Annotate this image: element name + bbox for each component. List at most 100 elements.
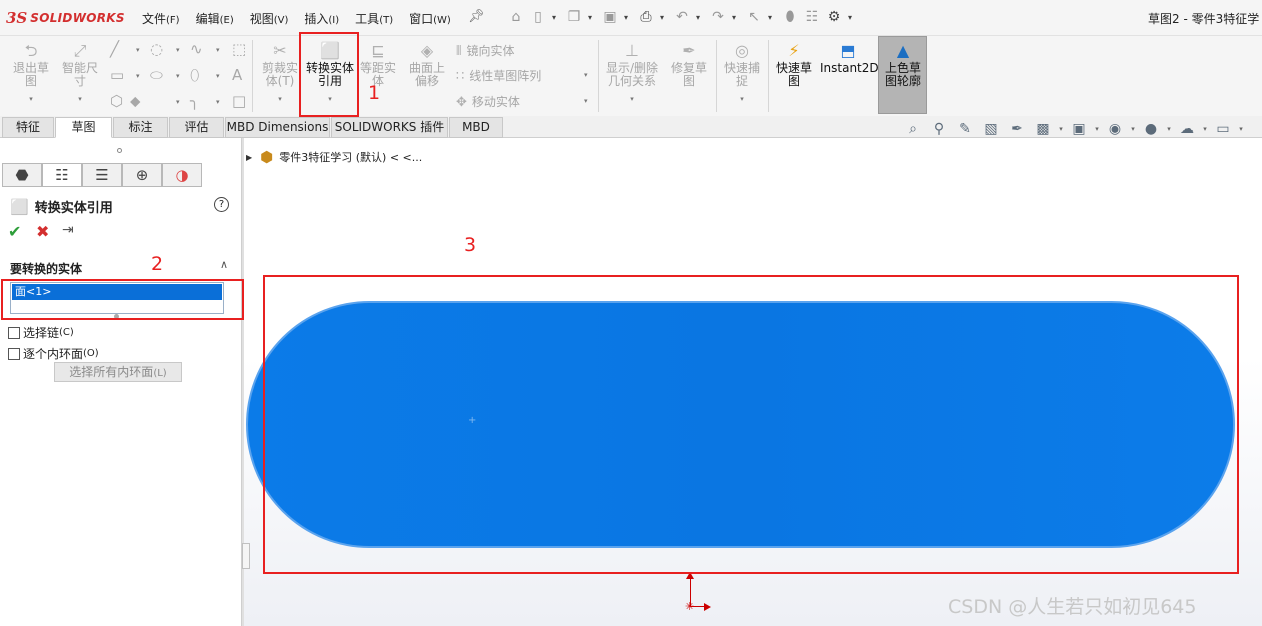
appearance-caret-icon[interactable]: ▾	[1164, 125, 1174, 133]
spline-caret-icon[interactable]: ▾	[216, 46, 220, 54]
help-icon[interactable]: ?	[214, 197, 229, 212]
move-entities-button[interactable]: ✥ 移动实体	[456, 93, 520, 110]
configuration-manager-tab-icon[interactable]: ☰	[82, 163, 122, 187]
view-orientation-caret-icon[interactable]: ▾	[1056, 125, 1066, 133]
select-chain-checkbox[interactable]	[8, 326, 20, 339]
zoom-to-area-icon[interactable]: ⚲	[926, 121, 952, 137]
ellipse-icon[interactable]: ⬯	[190, 66, 199, 84]
menu-file[interactable]: 文件(F)	[142, 10, 180, 27]
view-settings-icon[interactable]: ▭	[1210, 121, 1236, 137]
quick-snaps-button[interactable]: ◎ 快速捕捉 ▾	[720, 42, 764, 106]
hide-show-caret-icon[interactable]: ▾	[1128, 125, 1138, 133]
tab-sketch[interactable]: 草图	[55, 117, 112, 138]
rapid-sketch-button[interactable]: ⚡ 快速草图	[772, 42, 816, 88]
menu-edit[interactable]: 编辑(E)	[196, 10, 234, 27]
pattern-caret-icon[interactable]: ▾	[584, 71, 588, 79]
tab-features[interactable]: 特征	[2, 117, 54, 138]
redo-dropdown-icon[interactable]: ▾	[729, 13, 739, 22]
inner-loops-checkbox-row[interactable]: 逐个内环面 (O)	[8, 345, 99, 362]
expand-arrow-icon[interactable]: ▶	[246, 153, 252, 162]
view-orientation-icon[interactable]: ▩	[1030, 121, 1056, 137]
move-caret-icon[interactable]: ▾	[584, 97, 588, 105]
keep-visible-icon[interactable]: ⇥	[62, 222, 74, 238]
previous-view-icon[interactable]: ✎	[952, 121, 978, 137]
redo-icon[interactable]: ↷	[707, 7, 729, 27]
select-all-inner-loops-button[interactable]: 选择所有内环面(L)	[54, 362, 182, 382]
smart-dimension-button[interactable]: ⤢ 智能尺寸 ▾	[58, 42, 102, 106]
feature-tree-flyout[interactable]: ▶ ⬢ 零件3特征学习 (默认) < <...	[246, 148, 422, 166]
display-delete-relations-button[interactable]: ⊥ 显示/删除几何关系 ▾	[602, 42, 662, 106]
spline-icon[interactable]: ∿	[190, 40, 203, 58]
fillet-icon[interactable]: ╮	[190, 92, 199, 110]
fillet2-caret-icon[interactable]: ▾	[216, 98, 220, 106]
panel-handle-icon[interactable]	[117, 148, 122, 153]
circle-caret-icon[interactable]: ▾	[176, 46, 180, 54]
rebuild-icon[interactable]: ⬮	[779, 7, 801, 27]
solidworks-logo[interactable]: 3S SOLIDWORKS	[6, 8, 125, 28]
mirror-entities-button[interactable]: ⫴ 镜向实体	[456, 42, 514, 59]
origin-icon[interactable]: ✳	[685, 600, 694, 613]
rectangle-caret-icon[interactable]: ▾	[136, 72, 140, 80]
fillet-caret-icon[interactable]: ▾	[176, 98, 180, 106]
sketch-plane-icon[interactable]: ⬚	[232, 40, 246, 58]
tab-markup[interactable]: 标注	[113, 117, 168, 138]
menu-insert[interactable]: 插入(I)	[304, 10, 339, 27]
point2-icon[interactable]: □	[232, 92, 246, 110]
ok-button[interactable]: ✔	[8, 222, 21, 241]
undo-dropdown-icon[interactable]: ▾	[693, 13, 703, 22]
feature-manager-tab-icon[interactable]: ⬣	[2, 163, 42, 187]
repair-sketch-button[interactable]: ✒ 修复草图	[666, 42, 712, 88]
display-manager-tab-icon[interactable]: ◑	[162, 163, 202, 187]
hide-show-items-icon[interactable]: ◉	[1102, 121, 1128, 137]
print-icon[interactable]: ⎙	[635, 7, 657, 27]
menu-tools[interactable]: 工具(T)	[355, 10, 393, 27]
slot-icon[interactable]: ⬭	[150, 66, 163, 84]
view-settings-caret-icon[interactable]: ▾	[1236, 125, 1246, 133]
menu-window[interactable]: 窗口(W)	[409, 10, 451, 27]
save-dropdown-icon[interactable]: ▾	[621, 13, 631, 22]
collapse-section-icon[interactable]: ∧	[220, 258, 228, 271]
panel-collapse-grip[interactable]	[242, 543, 250, 569]
save-icon[interactable]: ▣	[599, 7, 621, 27]
tab-mbd[interactable]: MBD	[449, 117, 503, 138]
home-icon[interactable]: ⌂	[505, 7, 527, 27]
polygon-icon[interactable]: ⬡	[110, 92, 123, 110]
options-dropdown-icon[interactable]: ▾	[845, 13, 855, 22]
rectangle-icon[interactable]: ▭	[110, 66, 124, 84]
menu-view[interactable]: 视图(V)	[250, 10, 289, 27]
display-style-icon[interactable]: ▣	[1066, 121, 1092, 137]
shaded-sketch-contours-button[interactable]: ▲ 上色草图轮廓	[880, 42, 926, 88]
file-properties-icon[interactable]: ☷	[801, 7, 823, 27]
line-caret-icon[interactable]: ▾	[136, 46, 140, 54]
point-icon[interactable]: ⬥	[130, 92, 141, 110]
print-dropdown-icon[interactable]: ▾	[657, 13, 667, 22]
display-style-caret-icon[interactable]: ▾	[1092, 125, 1102, 133]
text-icon[interactable]: A	[232, 66, 242, 84]
circle-icon[interactable]: ◌	[150, 40, 163, 58]
property-manager-tab-icon[interactable]: ☷	[42, 163, 82, 187]
gear-icon[interactable]: ⚙	[823, 7, 845, 27]
scene-caret-icon[interactable]: ▾	[1200, 125, 1210, 133]
offset-on-surface-button[interactable]: ◈ 曲面上偏移	[404, 42, 450, 88]
section-view-icon[interactable]: ▧	[978, 121, 1004, 137]
select-dropdown-icon[interactable]: ▾	[765, 13, 775, 22]
select-pointer-icon[interactable]: ↖	[743, 7, 765, 27]
edit-appearance-icon[interactable]: ●	[1138, 121, 1164, 137]
exit-sketch-button[interactable]: ⮌ 退出草图 ▾	[8, 42, 54, 106]
undo-icon[interactable]: ↶	[671, 7, 693, 27]
tab-solidworks-addins[interactable]: SOLIDWORKS 插件	[331, 117, 448, 138]
cancel-button[interactable]: ✖	[36, 222, 49, 241]
inner-loops-checkbox[interactable]	[8, 347, 20, 360]
trim-entities-button[interactable]: ✂ 剪裁实体(T) ▾	[258, 42, 302, 106]
line-icon[interactable]: ╱	[110, 40, 119, 58]
ellipse-caret-icon[interactable]: ▾	[216, 72, 220, 80]
dynamic-annotation-icon[interactable]: ✒	[1004, 121, 1030, 137]
apply-scene-icon[interactable]: ☁	[1174, 121, 1200, 137]
zoom-to-fit-icon[interactable]: ⌕	[900, 121, 926, 137]
dimxpert-tab-icon[interactable]: ⊕	[122, 163, 162, 187]
linear-pattern-button[interactable]: ∷ 线性草图阵列	[456, 67, 541, 84]
new-dropdown-icon[interactable]: ▾	[549, 13, 559, 22]
open-dropdown-icon[interactable]: ▾	[585, 13, 595, 22]
slot-caret-icon[interactable]: ▾	[176, 72, 180, 80]
tab-mbd-dimensions[interactable]: MBD Dimensions	[225, 117, 330, 138]
